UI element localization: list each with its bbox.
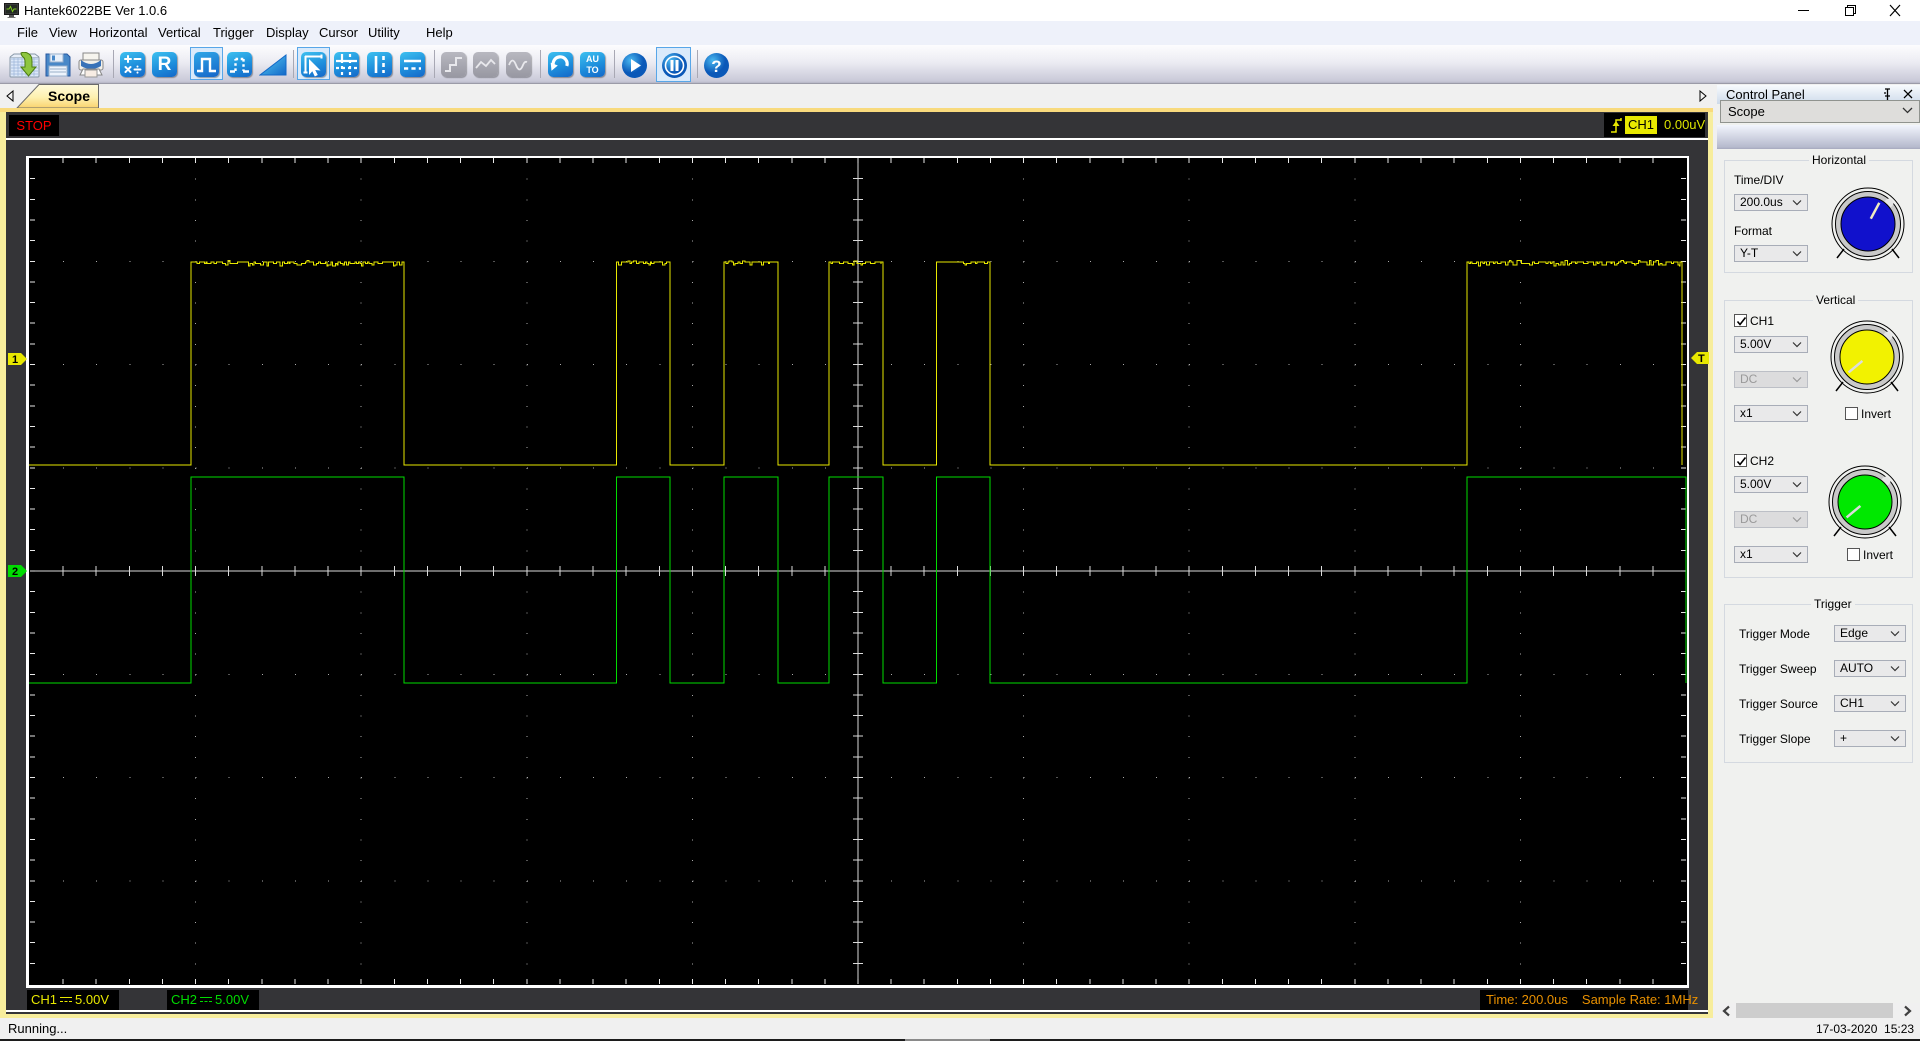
svg-text:1: 1 xyxy=(12,354,18,365)
svg-text:T: T xyxy=(1698,353,1705,364)
svg-text:2: 2 xyxy=(12,566,18,577)
svg-text:Scope: Scope xyxy=(48,88,90,104)
svg-text:?: ? xyxy=(711,57,721,76)
